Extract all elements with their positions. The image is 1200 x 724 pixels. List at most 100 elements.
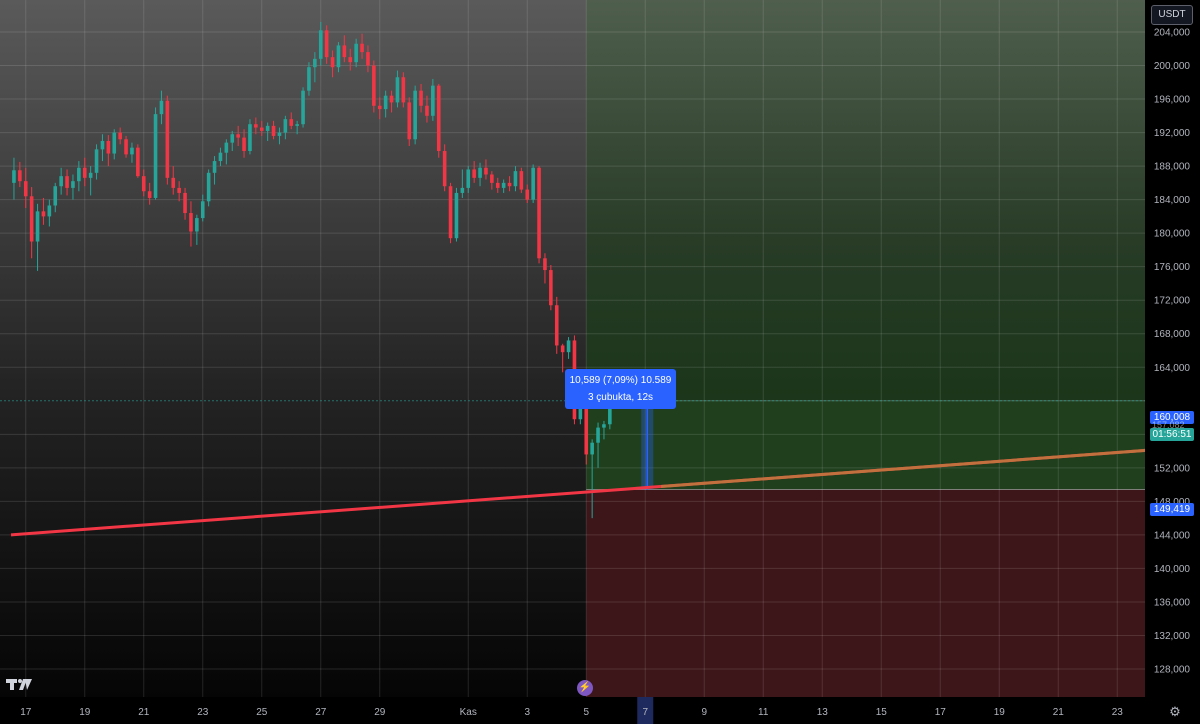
loss-zone bbox=[586, 489, 1145, 697]
candle-body bbox=[271, 125, 276, 136]
candle-body bbox=[490, 174, 494, 183]
candle-body bbox=[566, 340, 571, 353]
candle-body bbox=[236, 134, 240, 138]
y-tick-label: 136,000 bbox=[1154, 597, 1191, 608]
y-tick-label: 176,000 bbox=[1154, 262, 1191, 273]
candle-body bbox=[165, 100, 170, 178]
candle-body bbox=[124, 139, 128, 155]
x-tick-label: 19 bbox=[994, 707, 1006, 718]
x-tick-label: 23 bbox=[197, 707, 209, 718]
candle-body bbox=[147, 191, 152, 198]
upper-profit-zone bbox=[586, 0, 1145, 401]
candle-body bbox=[77, 167, 81, 182]
candle-body bbox=[12, 170, 16, 183]
candle-body bbox=[112, 132, 117, 154]
candle-body bbox=[543, 258, 547, 271]
candle-body bbox=[342, 45, 347, 58]
x-tick-label: 19 bbox=[79, 707, 91, 718]
candle-body bbox=[59, 176, 63, 187]
candle-body bbox=[366, 52, 370, 66]
x-tick-label: 3 bbox=[524, 707, 530, 718]
candle-body bbox=[425, 105, 429, 116]
measure-tooltip-line2: 3 çubukta, 12s bbox=[587, 392, 654, 403]
gear-icon[interactable]: ⚙ bbox=[1167, 704, 1183, 720]
candle-body bbox=[602, 424, 606, 428]
measure-tooltip-line1: 10,589 (7,09%) 10.589 bbox=[569, 375, 672, 386]
y-tick-label: 200,000 bbox=[1154, 61, 1191, 72]
profit-zone bbox=[586, 400, 1145, 490]
y-tick-label: 204,000 bbox=[1154, 28, 1191, 39]
candle-body bbox=[596, 427, 600, 443]
price-chart[interactable]: 204,000 200,000 196,000 192,000 188,000 184,0… bbox=[0, 0, 1200, 724]
candle-body bbox=[460, 187, 465, 193]
candle-body bbox=[513, 171, 518, 187]
y-tick-label: 180,000 bbox=[1154, 229, 1191, 240]
x-tick-label: 11 bbox=[758, 707, 769, 718]
y-tick-label: 144,000 bbox=[1154, 530, 1191, 541]
candle-body bbox=[254, 124, 258, 128]
candle-body bbox=[159, 100, 164, 115]
x-tick-label: 21 bbox=[1053, 707, 1065, 718]
candle-body bbox=[395, 77, 400, 103]
candle-body bbox=[23, 181, 28, 197]
candle-body bbox=[307, 67, 311, 91]
x-tick-label: 25 bbox=[256, 707, 268, 718]
y-tick-label: 184,000 bbox=[1154, 195, 1191, 206]
x-tick-label: 29 bbox=[374, 707, 386, 718]
candle-body bbox=[171, 177, 176, 188]
candle-body bbox=[478, 167, 482, 178]
candle-body bbox=[212, 161, 217, 173]
x-tick-label: 13 bbox=[817, 707, 829, 718]
candle-body bbox=[472, 169, 476, 178]
candle-body bbox=[436, 85, 441, 152]
candle-body bbox=[18, 170, 22, 182]
candle-body bbox=[324, 30, 329, 58]
y-tick-label: 168,000 bbox=[1154, 329, 1191, 340]
x-tick-label: 27 bbox=[315, 707, 327, 718]
candle-body bbox=[118, 132, 122, 140]
candle-body bbox=[419, 90, 423, 106]
candle-body bbox=[484, 167, 488, 175]
candle-body bbox=[525, 189, 530, 200]
y-tick-label: 128,000 bbox=[1154, 665, 1191, 676]
candle-body bbox=[549, 270, 553, 306]
candle-body bbox=[301, 90, 305, 125]
candle-body bbox=[537, 167, 541, 259]
candle-body bbox=[224, 142, 229, 153]
candle-body bbox=[65, 176, 69, 188]
y-tick-label: 152,000 bbox=[1154, 463, 1191, 474]
candle-body bbox=[47, 205, 52, 217]
y-tick-label: 140,000 bbox=[1154, 564, 1191, 575]
candle-body bbox=[313, 58, 317, 68]
chart-root: 204,000 200,000 196,000 192,000 188,000 184,0… bbox=[0, 0, 1200, 724]
candle-body bbox=[218, 152, 223, 162]
candle-body bbox=[448, 186, 453, 239]
range-low-price-tag: 149,419 bbox=[1150, 503, 1194, 516]
x-tick-label: 9 bbox=[701, 707, 707, 718]
candle-body bbox=[531, 167, 535, 200]
x-tick-label: 21 bbox=[138, 707, 150, 718]
x-tick-label: 17 bbox=[935, 707, 947, 718]
candle-body bbox=[277, 132, 282, 136]
candle-body bbox=[401, 77, 406, 103]
candle-body bbox=[336, 45, 341, 68]
candle-body bbox=[153, 114, 158, 198]
tradingview-logo-icon[interactable] bbox=[6, 677, 32, 691]
x-tick-label: 7 bbox=[642, 707, 648, 718]
candle-body bbox=[41, 211, 46, 217]
candle-body bbox=[431, 85, 435, 116]
candle-body bbox=[88, 172, 93, 178]
candle-body bbox=[360, 43, 364, 53]
y-tick-label: 196,000 bbox=[1154, 95, 1191, 106]
candle-body bbox=[100, 140, 105, 150]
x-tick-label: Kas bbox=[460, 707, 477, 718]
candle-body bbox=[259, 127, 264, 131]
candle-body bbox=[35, 211, 40, 242]
candle-body bbox=[318, 30, 323, 59]
candle-body bbox=[389, 95, 394, 103]
candle-body bbox=[501, 182, 506, 188]
currency-button[interactable]: USDT bbox=[1151, 5, 1193, 25]
candle-body bbox=[177, 187, 181, 193]
lightning-icon[interactable]: ⚡ bbox=[577, 680, 593, 696]
candle-body bbox=[495, 182, 500, 188]
